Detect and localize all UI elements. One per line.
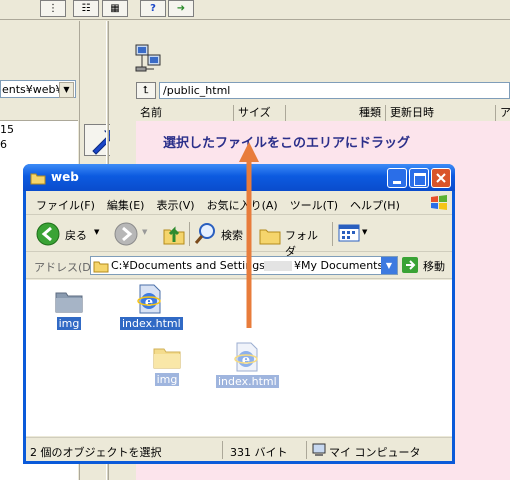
remote-list-header: 名前 サイズ 種類 更新日時 ア — [136, 105, 510, 121]
status-location: マイ コンピュータ — [329, 446, 421, 459]
file-item-folder[interactable]: img — [52, 288, 86, 330]
my-computer-icon — [312, 443, 326, 456]
window-title: web — [51, 170, 79, 184]
status-separator — [222, 441, 223, 459]
back-label: 戻る — [65, 229, 87, 242]
local-path-combo[interactable]: ents¥web¥ ▼ — [0, 80, 76, 98]
search-icon — [194, 223, 215, 244]
file-item-html[interactable]: e index.html — [120, 284, 183, 330]
drag-ghost-folder: img — [150, 344, 184, 386]
chevron-down-icon[interactable]: ▼ — [142, 228, 147, 236]
status-selection: 2 個のオブジェクトを選択 — [30, 446, 162, 459]
go-arrow-icon — [402, 257, 418, 273]
drop-hint-text: 選択したファイルをこのエリアにドラッグ — [163, 136, 411, 151]
close-button[interactable] — [431, 168, 451, 188]
parent-folder-button[interactable]: ⮤ — [136, 82, 156, 99]
drag-ghost-html: e index.html — [216, 342, 279, 388]
folder-icon — [55, 292, 83, 313]
top-toolbar: ⋮ ☷ ▦ ? ➜ — [0, 0, 510, 20]
status-size: 331 バイト — [230, 446, 288, 459]
exit-button[interactable]: ➜ — [168, 0, 194, 17]
tree-view-button[interactable]: ⋮ — [40, 0, 66, 17]
address-label: アドレス(D) — [34, 261, 96, 274]
toolbar-separator — [332, 222, 333, 246]
file-label: img — [56, 317, 82, 330]
views-icon — [338, 224, 360, 242]
forward-arrow-icon — [114, 222, 138, 246]
folder-icon — [93, 261, 109, 273]
back-arrow-icon — [36, 222, 60, 246]
list-value: 6 — [0, 138, 7, 151]
ie-document-icon: e — [137, 284, 161, 314]
windows-logo-icon — [431, 195, 447, 210]
chevron-down-icon[interactable]: ▼ — [362, 228, 367, 236]
list-value: 15 — [0, 123, 14, 136]
menu-edit[interactable]: 編集(E) — [107, 197, 145, 213]
go-button[interactable]: 移動 — [402, 256, 450, 275]
forward-button[interactable]: ▼ — [114, 221, 150, 247]
chevron-down-icon[interactable]: ▼ — [59, 82, 74, 98]
toolbar-separator — [189, 222, 190, 246]
help-button[interactable]: ? — [140, 0, 166, 17]
drag-arrow — [239, 142, 259, 328]
details-view-button[interactable]: ▦ — [102, 0, 128, 17]
column-modified[interactable]: 更新日時 — [386, 105, 496, 121]
file-label: index.html — [120, 317, 183, 330]
go-label: 移動 — [423, 260, 445, 273]
network-computer-icon — [135, 44, 161, 72]
column-type[interactable]: 種類 — [286, 105, 386, 121]
address-redacted — [264, 261, 292, 271]
menu-tools[interactable]: ツール(T) — [290, 197, 338, 213]
close-icon — [436, 173, 446, 183]
views-button[interactable]: ▼ — [338, 223, 372, 245]
list-view-button[interactable]: ☷ — [73, 0, 99, 17]
file-label: img — [154, 373, 180, 386]
up-folder-icon[interactable] — [162, 222, 186, 246]
folder-icon — [153, 348, 181, 369]
chevron-down-icon[interactable]: ▼ — [94, 228, 99, 236]
menu-view[interactable]: 表示(V) — [156, 197, 194, 213]
folder-icon — [30, 173, 46, 185]
column-attr[interactable]: ア — [496, 105, 510, 121]
menu-file[interactable]: ファイル(F) — [36, 197, 95, 213]
maximize-button[interactable] — [409, 168, 429, 188]
remote-path-text: /public_html — [163, 84, 231, 97]
column-size[interactable]: サイズ — [234, 105, 286, 121]
file-label: index.html — [216, 375, 279, 388]
minimize-button[interactable] — [387, 168, 407, 188]
folders-button[interactable]: フォルダ — [258, 221, 328, 258]
back-button[interactable]: 戻る ▼ — [36, 221, 102, 247]
remote-path-field[interactable]: /public_html — [159, 82, 510, 99]
status-bar: 2 個のオブジェクトを選択 331 バイト マイ コンピュータ — [26, 437, 452, 461]
ie-document-icon: e — [234, 342, 258, 372]
local-path-text: ents¥web¥ — [2, 83, 63, 96]
menu-help[interactable]: ヘルプ(H) — [350, 197, 400, 213]
status-separator — [306, 441, 307, 459]
column-name[interactable]: 名前 — [136, 105, 234, 121]
chevron-down-icon[interactable]: ▼ — [381, 257, 397, 274]
local-list-header — [0, 105, 78, 121]
